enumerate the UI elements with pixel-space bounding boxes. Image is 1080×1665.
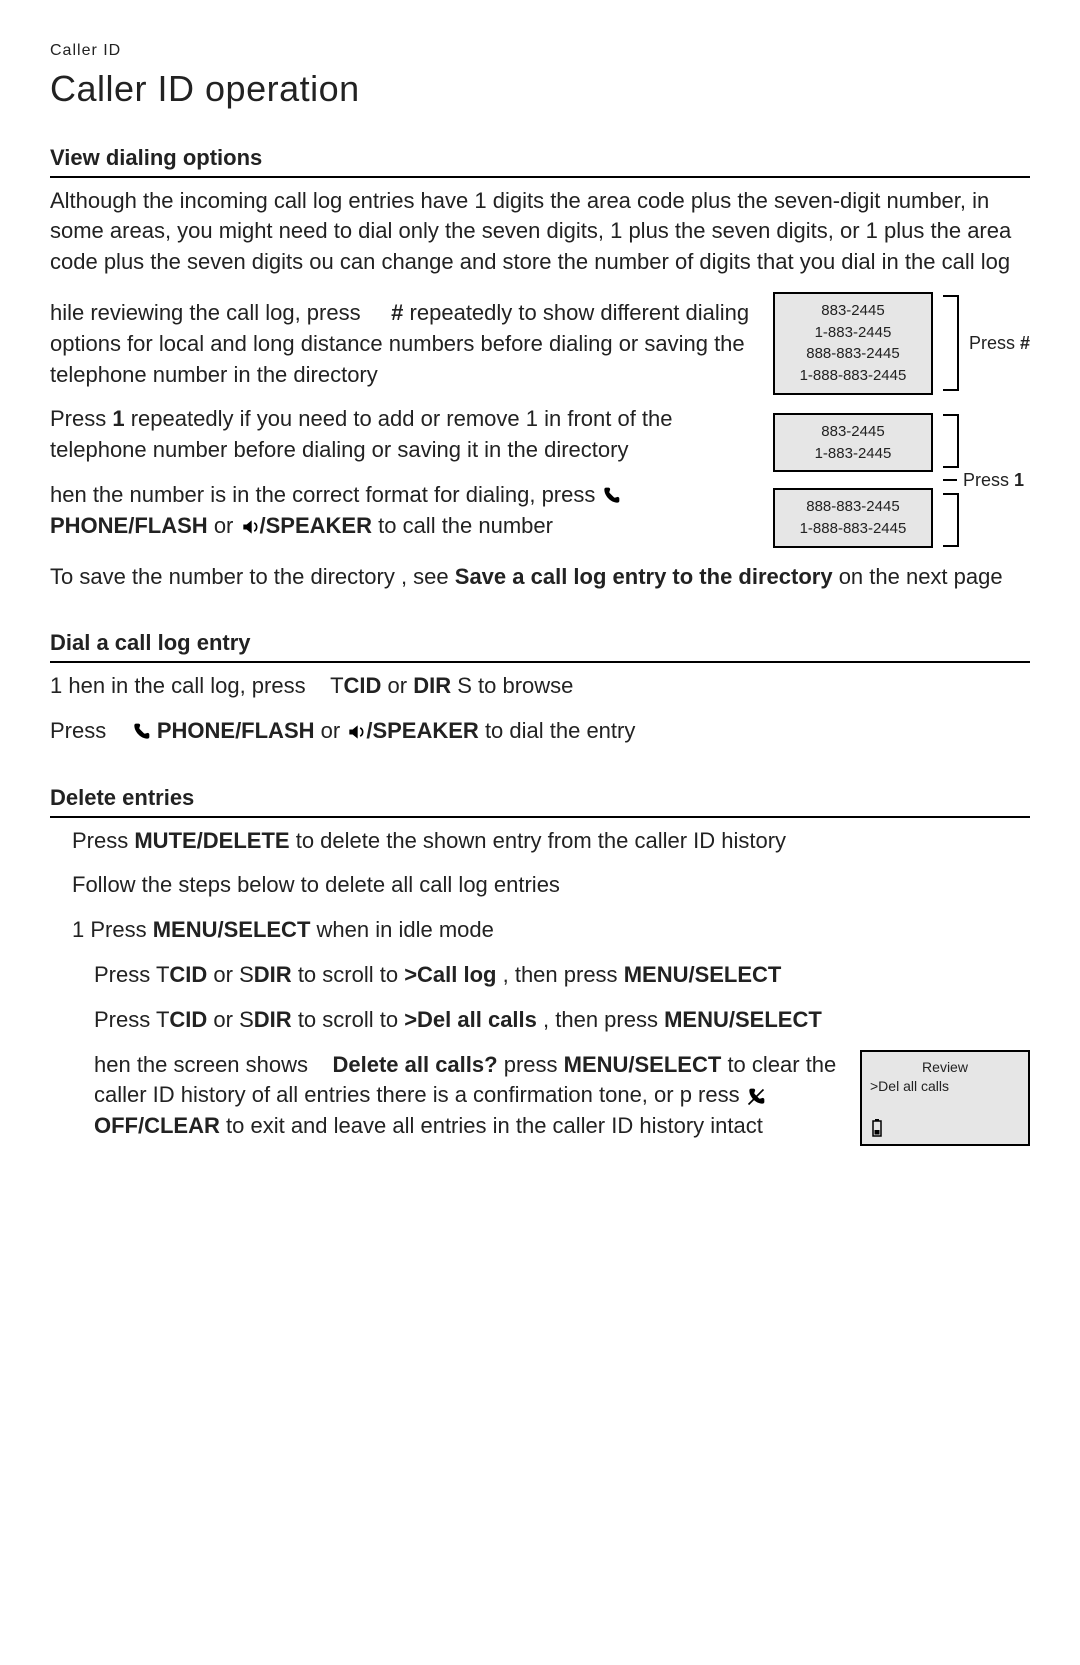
paragraph: To save the number to the directory , se… [50,562,1030,593]
screen-line: 888-883-2445 [783,496,923,518]
key-one: 1 [112,406,124,431]
text: hen the number is in the correct format … [50,482,601,507]
paragraph: Although the incoming call log entries h… [50,186,1030,278]
section-heading-delete: Delete entries [50,783,1030,814]
text: To save the number to the directory , se… [50,564,455,589]
step: 1 Press MENU/SELECT when in idle mode [50,915,1030,946]
text: Press [50,406,112,431]
figure-label: Press # [969,331,1030,356]
screen-line: 1-883-2445 [783,443,923,465]
key-menu-select: MENU/SELECT [153,917,311,942]
screen-line: >Del all calls [870,1077,1020,1097]
phone-icon [601,486,621,506]
list-item: Press MUTE/DELETE to delete the shown en… [50,826,1030,857]
list-item: Press PHONE/FLASH or /SPEAKER to dial th… [50,716,1030,747]
list-item: 1 hen in the call log, press TCID or DIR… [50,671,1030,702]
text: to call the number [378,513,553,538]
paragraph: hen the number is in the correct format … [50,480,755,542]
speaker-icon [240,517,260,537]
bracket [943,295,959,391]
figure-label: Press 1 [963,468,1024,493]
screen-box-hash: 883-2445 1-883-2445 888-883-2445 1-888-8… [773,292,933,395]
screen-box-one-bot: 888-883-2445 1-888-883-2445 [773,488,933,548]
key-mute-delete: MUTE/DELETE [134,828,289,853]
text: or [214,513,240,538]
screen-box-delete: Review >Del all calls [860,1050,1030,1146]
speaker-icon [346,722,366,742]
step: Press TCID or SDIR to scroll to >Del all… [50,1005,1030,1036]
divider [50,816,1030,818]
screen-line: 888-883-2445 [783,343,923,365]
section-heading-view: View dialing options [50,143,1030,174]
bracket [943,493,959,547]
key-phone-flash: PHONE/FLASH [50,513,208,538]
screen-line: 1-888-883-2445 [783,365,923,387]
cancel-icon [746,1087,766,1107]
key-speaker: /SPEAKER [260,513,372,538]
list-item: Follow the steps below to delete all cal… [50,870,1030,901]
divider [50,661,1030,663]
battery-icon [870,1118,884,1138]
divider [50,176,1030,178]
breadcrumb: Caller ID [50,40,1030,62]
row-hash-figure: hile reviewing the call log, press # rep… [50,292,1030,556]
screen-line: 883-2445 [783,421,923,443]
phone-icon [131,722,151,742]
cross-ref: Save a call log entry to the directory [455,564,833,589]
text: repeatedly if you need to add or remove … [50,406,673,462]
screen-line: 1-888-883-2445 [783,518,923,540]
section-heading-dial: Dial a call log entry [50,628,1030,659]
key-hash: # [391,300,403,325]
row-delete-figure: hen the screen shows Delete all calls? p… [50,1050,1030,1156]
key-off-clear: OFF/CLEAR [94,1113,220,1138]
figure-hash: 883-2445 1-883-2445 888-883-2445 1-888-8… [773,292,1030,395]
figure-one: 883-2445 1-883-2445 888-883-2445 1-888-8… [773,413,1030,548]
paragraph: Press 1 repeatedly if you need to add or… [50,404,755,466]
step: Press TCID or SDIR to scroll to >Call lo… [50,960,1030,991]
bracket [943,414,959,468]
screen-line: Review [870,1058,1020,1078]
screen-line: 1-883-2445 [783,322,923,344]
page-title: Caller ID operation [50,64,1030,114]
manual-page: Caller ID Caller ID operation View diali… [0,0,1080,1206]
screen-box-one-top: 883-2445 1-883-2445 [773,413,933,473]
step: hen the screen shows Delete all calls? p… [94,1050,842,1142]
screen-line: 883-2445 [783,300,923,322]
text: hile reviewing the call log, press [50,300,367,325]
paragraph: hile reviewing the call log, press # rep… [50,298,755,390]
tick [943,479,957,481]
text: on the next page [839,564,1003,589]
